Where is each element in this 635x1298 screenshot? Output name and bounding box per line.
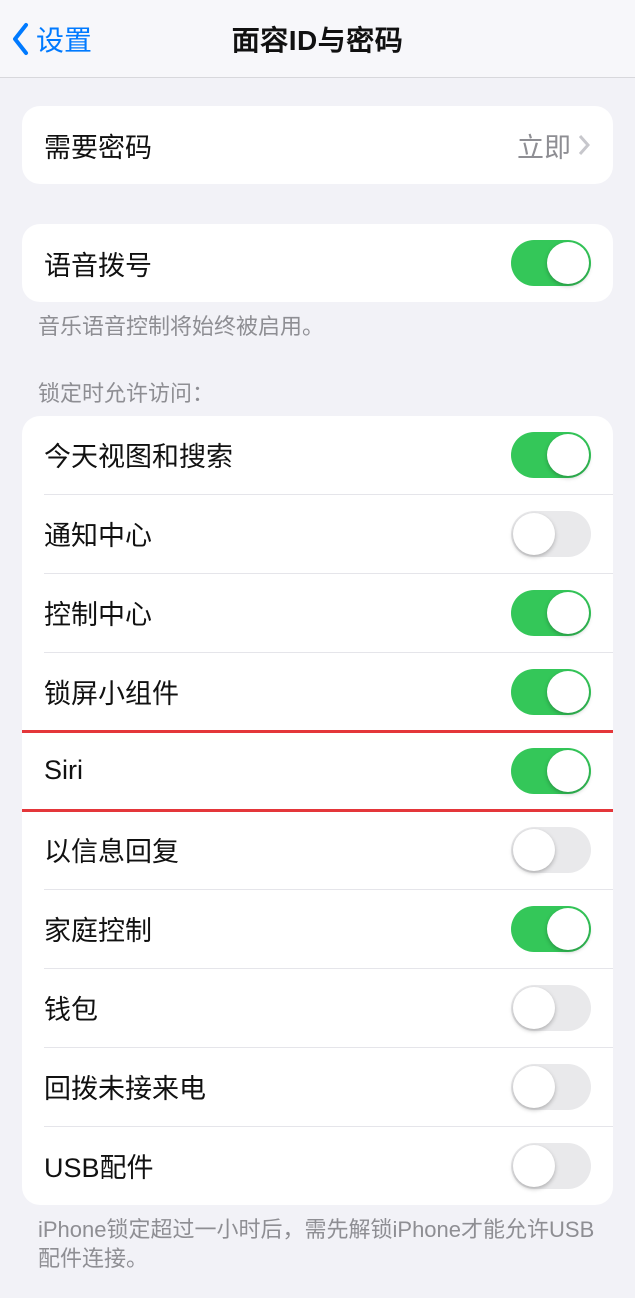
row-require-passcode[interactable]: 需要密码 立即 xyxy=(22,106,613,184)
voice-dial-toggle[interactable] xyxy=(511,240,591,286)
return_call-toggle[interactable] xyxy=(511,1064,591,1110)
today-label: 今天视图和搜索 xyxy=(44,435,233,474)
voice-dial-footer: 音乐语音控制将始终被启用。 xyxy=(38,312,597,342)
today-toggle[interactable] xyxy=(511,432,591,478)
wallet-label: 钱包 xyxy=(44,988,98,1027)
home-label: 家庭控制 xyxy=(44,909,152,948)
row-notif: 通知中心 xyxy=(22,495,613,573)
group-voice-dial: 语音拨号 xyxy=(22,224,613,302)
nav-bar: 设置 面容ID与密码 xyxy=(0,0,635,78)
lock-screen-footer: iPhone锁定超过一小时后，需先解锁iPhone才能允许USB配件连接。 xyxy=(38,1215,597,1274)
chevron-right-icon xyxy=(577,134,591,156)
notif-label: 通知中心 xyxy=(44,514,152,553)
return_call-label: 回拨未接来电 xyxy=(44,1067,206,1106)
row-control: 控制中心 xyxy=(22,574,613,652)
reply_msg-label: 以信息回复 xyxy=(44,830,179,869)
reply_msg-toggle[interactable] xyxy=(511,827,591,873)
lock-screen-header: 锁定时允许访问： xyxy=(38,376,597,408)
usb-toggle[interactable] xyxy=(511,1143,591,1189)
chevron-left-icon xyxy=(10,22,32,56)
control-label: 控制中心 xyxy=(44,593,152,632)
widgets-toggle[interactable] xyxy=(511,669,591,715)
back-label: 设置 xyxy=(36,19,92,59)
row-siri: Siri xyxy=(22,732,613,810)
widgets-label: 锁屏小组件 xyxy=(44,672,179,711)
notif-toggle[interactable] xyxy=(511,511,591,557)
siri-toggle[interactable] xyxy=(511,748,591,794)
siri-label: Siri xyxy=(44,755,83,786)
voice-dial-label: 语音拨号 xyxy=(44,244,152,283)
row-return_call: 回拨未接来电 xyxy=(22,1048,613,1126)
row-today: 今天视图和搜索 xyxy=(22,416,613,494)
back-button[interactable]: 设置 xyxy=(10,0,92,77)
control-toggle[interactable] xyxy=(511,590,591,636)
row-wallet: 钱包 xyxy=(22,969,613,1047)
group-lock-screen-access: 今天视图和搜索通知中心控制中心锁屏小组件 Siri 以信息回复家庭控制钱包回拨未接来… xyxy=(22,416,613,1205)
require-passcode-label: 需要密码 xyxy=(44,126,152,165)
home-toggle[interactable] xyxy=(511,906,591,952)
require-passcode-value: 立即 xyxy=(517,126,577,165)
row-voice-dial: 语音拨号 xyxy=(22,224,613,302)
content: 需要密码 立即 语音拨号 音乐语音控制将始终被启用。 锁定时允许访问： 今天视图… xyxy=(0,106,635,1298)
group-require-passcode: 需要密码 立即 xyxy=(22,106,613,184)
row-home: 家庭控制 xyxy=(22,890,613,968)
row-widgets: 锁屏小组件 xyxy=(22,653,613,731)
row-reply_msg: 以信息回复 xyxy=(22,811,613,889)
wallet-toggle[interactable] xyxy=(511,985,591,1031)
page-title: 面容ID与密码 xyxy=(232,19,404,59)
row-usb: USB配件 xyxy=(22,1127,613,1205)
usb-label: USB配件 xyxy=(44,1146,154,1185)
